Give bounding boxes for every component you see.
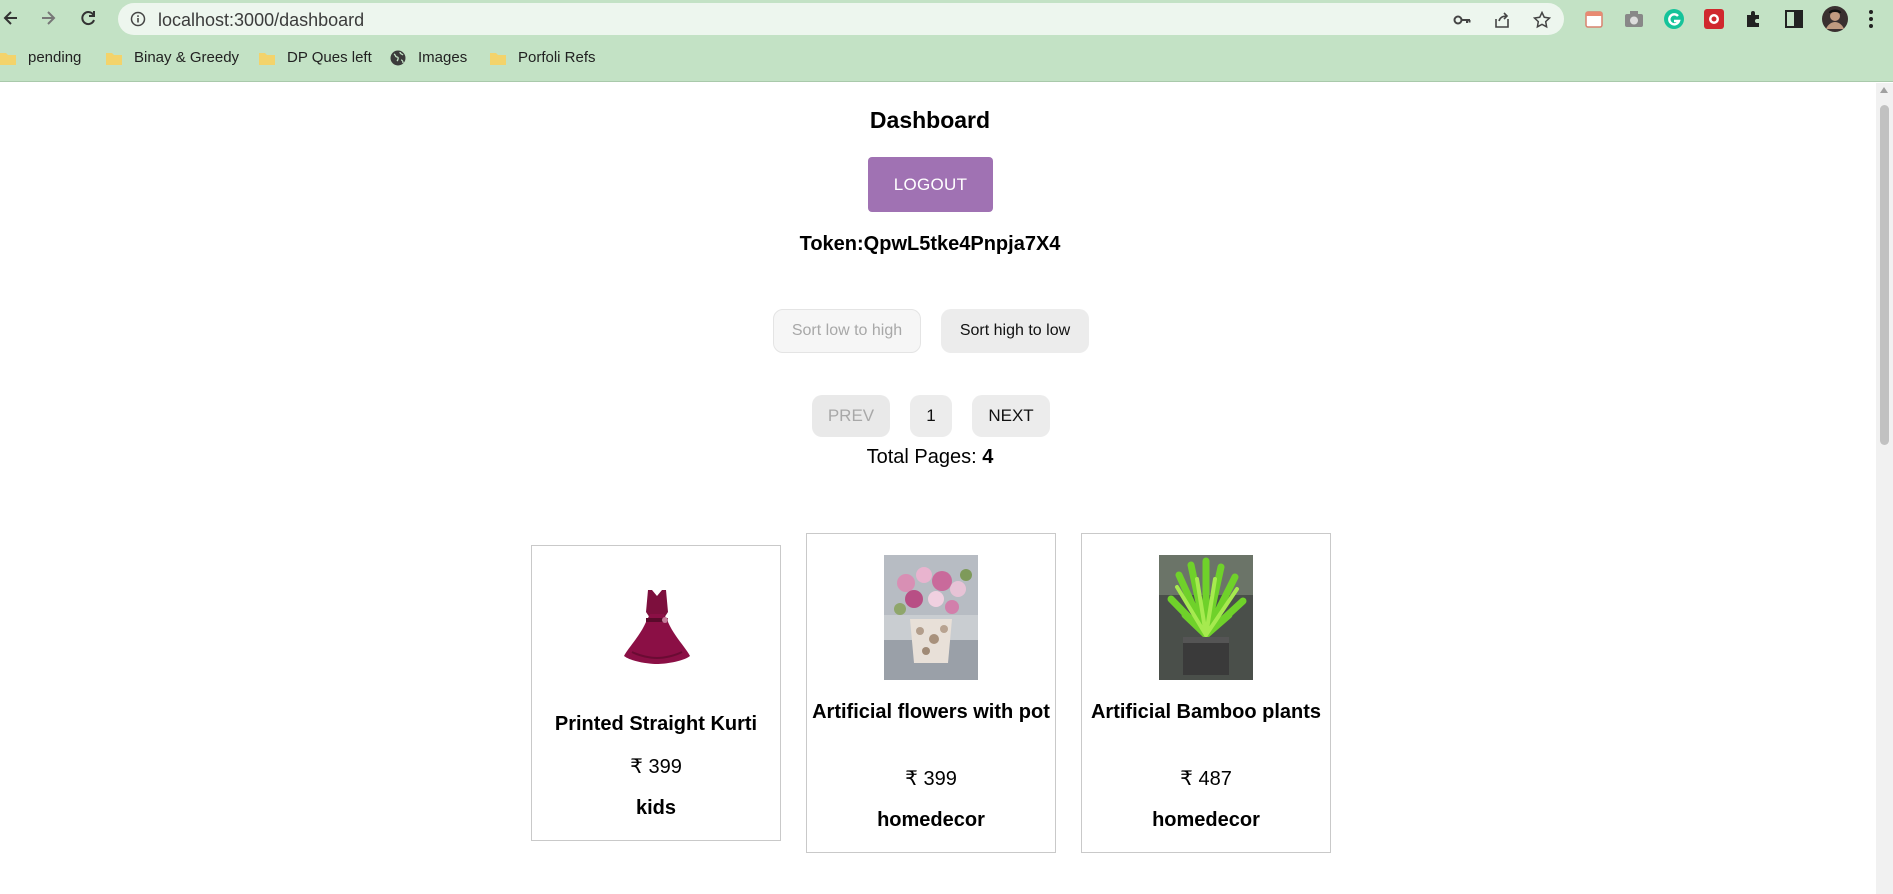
bookmark-pending[interactable]: pending xyxy=(0,49,81,66)
bookmarks-bar: pending Binay & Greedy DP Ques left Imag… xyxy=(0,38,1893,82)
product-card[interactable]: Artificial flowers with pot ₹ 399 homede… xyxy=(806,533,1056,853)
profile-avatar-icon[interactable] xyxy=(1821,5,1849,33)
flowers-image xyxy=(884,555,978,680)
forward-icon[interactable] xyxy=(37,7,59,29)
product-category: kids xyxy=(635,797,677,819)
globe-icon xyxy=(390,50,406,65)
red-extension-icon[interactable] xyxy=(1703,8,1725,30)
bookmark-label: Porfoli Refs xyxy=(518,49,596,66)
bookmark-binay-greedy[interactable]: Binay & Greedy xyxy=(106,49,239,66)
share-icon[interactable] xyxy=(1493,11,1511,29)
grammarly-icon[interactable] xyxy=(1663,8,1685,30)
folder-icon xyxy=(106,52,122,65)
prev-page-button[interactable]: PREV xyxy=(812,395,890,437)
product-category: homedecor xyxy=(1152,809,1260,831)
product-name: Artificial flowers with pot xyxy=(812,701,1050,723)
bookmark-porfoli-refs[interactable]: Porfoli Refs xyxy=(490,49,596,66)
next-page-button[interactable]: NEXT xyxy=(972,395,1050,437)
dashboard-page: Dashboard LOGOUT Token:QpwL5tke4Pnpja7X4… xyxy=(0,83,1876,894)
bookmark-label: DP Ques left xyxy=(287,49,372,66)
page-scrollbar[interactable] xyxy=(1876,83,1893,894)
bookmark-label: Binay & Greedy xyxy=(134,49,240,66)
product-category: homedecor xyxy=(877,809,985,831)
bookmark-label: Images xyxy=(418,49,468,66)
bookmark-images[interactable]: Images xyxy=(390,49,467,66)
extensions-puzzle-icon[interactable] xyxy=(1743,8,1765,30)
bamboo-image xyxy=(1159,555,1253,680)
browser-toolbar: localhost:3000/dashboard xyxy=(0,0,1893,38)
token-text: Token:QpwL5tke4Pnpja7X4 xyxy=(799,233,1061,255)
product-card[interactable]: Artificial Bamboo plants ₹ 487 homedecor xyxy=(1081,533,1331,853)
menu-kebab-icon[interactable] xyxy=(1860,8,1882,30)
key-icon[interactable] xyxy=(1453,11,1471,29)
sort-low-to-high-button[interactable]: Sort low to high xyxy=(773,309,921,353)
calendar-extension-icon[interactable] xyxy=(1583,8,1605,30)
dress-image xyxy=(624,590,690,664)
folder-icon xyxy=(259,52,275,65)
logout-button[interactable]: LOGOUT xyxy=(868,157,993,212)
bookmark-label: pending xyxy=(28,49,82,66)
back-icon[interactable] xyxy=(0,7,22,29)
scroll-up-icon[interactable] xyxy=(1880,87,1888,93)
product-card[interactable]: Printed Straight Kurti ₹ 399 kids xyxy=(531,545,781,841)
product-name: Printed Straight Kurti xyxy=(554,713,758,735)
sort-high-to-low-button[interactable]: Sort high to low xyxy=(941,309,1089,353)
product-name: Artificial Bamboo plants xyxy=(1090,701,1322,723)
reload-icon[interactable] xyxy=(77,7,99,29)
camera-extension-icon[interactable] xyxy=(1623,8,1645,30)
current-page-button[interactable]: 1 xyxy=(910,395,952,437)
product-price: ₹ 487 xyxy=(1180,768,1232,790)
product-price: ₹ 399 xyxy=(630,756,682,778)
total-pages: Total Pages: 4 xyxy=(0,446,1860,469)
url-text[interactable]: localhost:3000/dashboard xyxy=(158,10,364,31)
page-title: Dashboard xyxy=(869,107,991,133)
bookmark-star-icon[interactable] xyxy=(1533,11,1551,29)
product-price: ₹ 399 xyxy=(905,768,957,790)
scroll-thumb[interactable] xyxy=(1880,105,1889,445)
folder-icon xyxy=(0,52,16,65)
bookmark-dp-ques-left[interactable]: DP Ques left xyxy=(259,49,372,66)
address-bar[interactable]: localhost:3000/dashboard xyxy=(118,3,1564,35)
site-info-icon[interactable] xyxy=(130,11,146,27)
side-panel-icon[interactable] xyxy=(1783,8,1805,30)
total-pages-value: 4 xyxy=(982,446,994,468)
total-pages-label: Total Pages: xyxy=(866,446,983,468)
folder-icon xyxy=(490,52,506,65)
